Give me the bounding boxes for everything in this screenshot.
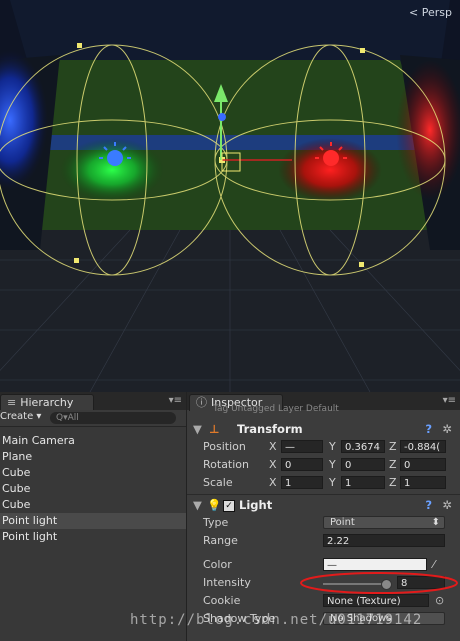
enabled-checkbox[interactable]: ✓ — [223, 500, 235, 512]
intensity-row: Intensity 8 — [187, 572, 460, 594]
rotation-x-field[interactable]: 0 — [281, 458, 323, 471]
foldout-arrow-icon[interactable]: ▼ — [193, 420, 202, 438]
scene-view[interactable]: < Persp — [0, 0, 460, 392]
gear-icon[interactable]: ✲ — [442, 496, 452, 514]
watermark: http://blog.csdn.net/u011719142 — [130, 612, 423, 628]
help-icon[interactable]: ? — [425, 420, 432, 438]
rotation-z-field[interactable]: 0 — [400, 458, 446, 471]
foldout-arrow-icon[interactable]: ▼ — [193, 496, 202, 514]
scene-canvas[interactable] — [0, 0, 460, 392]
transform-header[interactable]: ▼ ⊥ Transform ? ✲ — [187, 420, 460, 438]
cookie-field[interactable]: None (Texture) — [323, 594, 429, 607]
hierarchy-list: Main Camera Plane Cube Cube Cube Point l… — [0, 433, 186, 545]
scale-row: Scale X 1 Y 1 Z 1 — [187, 474, 460, 492]
chevron-updown-icon: ⬍ — [431, 517, 440, 528]
tab-menu-icon[interactable]: ▾≡ — [169, 395, 182, 406]
list-item[interactable]: Cube — [0, 481, 186, 497]
hierarchy-panel: ≡ Hierarchy ▾≡ Create ▾ Q▾All Main Camera… — [0, 392, 187, 641]
type-dropdown[interactable]: Point ⬍ — [323, 516, 445, 529]
tag-layer-row: Tag Untagged Layer Default — [213, 404, 339, 414]
list-icon: ≡ — [7, 396, 17, 409]
cookie-row: Cookie None (Texture) ⊙ — [187, 592, 460, 610]
search-input[interactable]: Q▾All — [50, 412, 176, 424]
gear-icon[interactable]: ✲ — [442, 420, 452, 438]
position-y-field[interactable]: 0.3674 — [341, 440, 385, 453]
rotation-y-field[interactable]: 0 — [341, 458, 385, 471]
tab-hierarchy[interactable]: ≡ Hierarchy — [0, 394, 94, 411]
list-item[interactable]: Cube — [0, 497, 186, 513]
tab-menu-icon[interactable]: ▾≡ — [443, 395, 456, 406]
light-header[interactable]: ▼ 💡 ✓ Light ? ✲ — [187, 496, 460, 514]
type-row: Type Point ⬍ — [187, 514, 460, 532]
rotation-row: Rotation X 0 Y 0 Z 0 — [187, 456, 460, 474]
list-item[interactable]: Point light — [0, 513, 186, 529]
list-item[interactable]: Main Camera — [0, 433, 186, 449]
scale-z-field[interactable]: 1 — [400, 476, 446, 489]
position-z-field[interactable]: -0.884( — [400, 440, 446, 453]
color-swatch[interactable]: — — [323, 558, 427, 571]
scene-camera-mode[interactable]: < Persp — [409, 6, 452, 19]
transform-icon: ⊥ — [209, 422, 220, 436]
object-picker-icon[interactable]: ⊙ — [435, 592, 444, 610]
info-icon: ⓘ — [196, 396, 207, 409]
list-item[interactable]: Plane — [0, 449, 186, 465]
range-row: Range 2.22 — [187, 532, 460, 550]
position-x-field[interactable]: — — [281, 440, 323, 453]
lightbulb-icon: 💡 — [207, 498, 222, 512]
range-field[interactable]: 2.22 — [323, 534, 445, 547]
help-icon[interactable]: ? — [425, 496, 432, 514]
divider — [187, 494, 460, 495]
position-row: Position X — Y 0.3674 Z -0.884( — [187, 438, 460, 456]
list-item[interactable]: Cube — [0, 465, 186, 481]
create-dropdown[interactable]: Create ▾ — [0, 411, 41, 422]
scale-x-field[interactable]: 1 — [281, 476, 323, 489]
scale-y-field[interactable]: 1 — [341, 476, 385, 489]
inspector-panel: ⓘ Inspector ▾≡ Tag Untagged Layer Default… — [187, 392, 460, 641]
list-item[interactable]: Point light — [0, 529, 186, 545]
